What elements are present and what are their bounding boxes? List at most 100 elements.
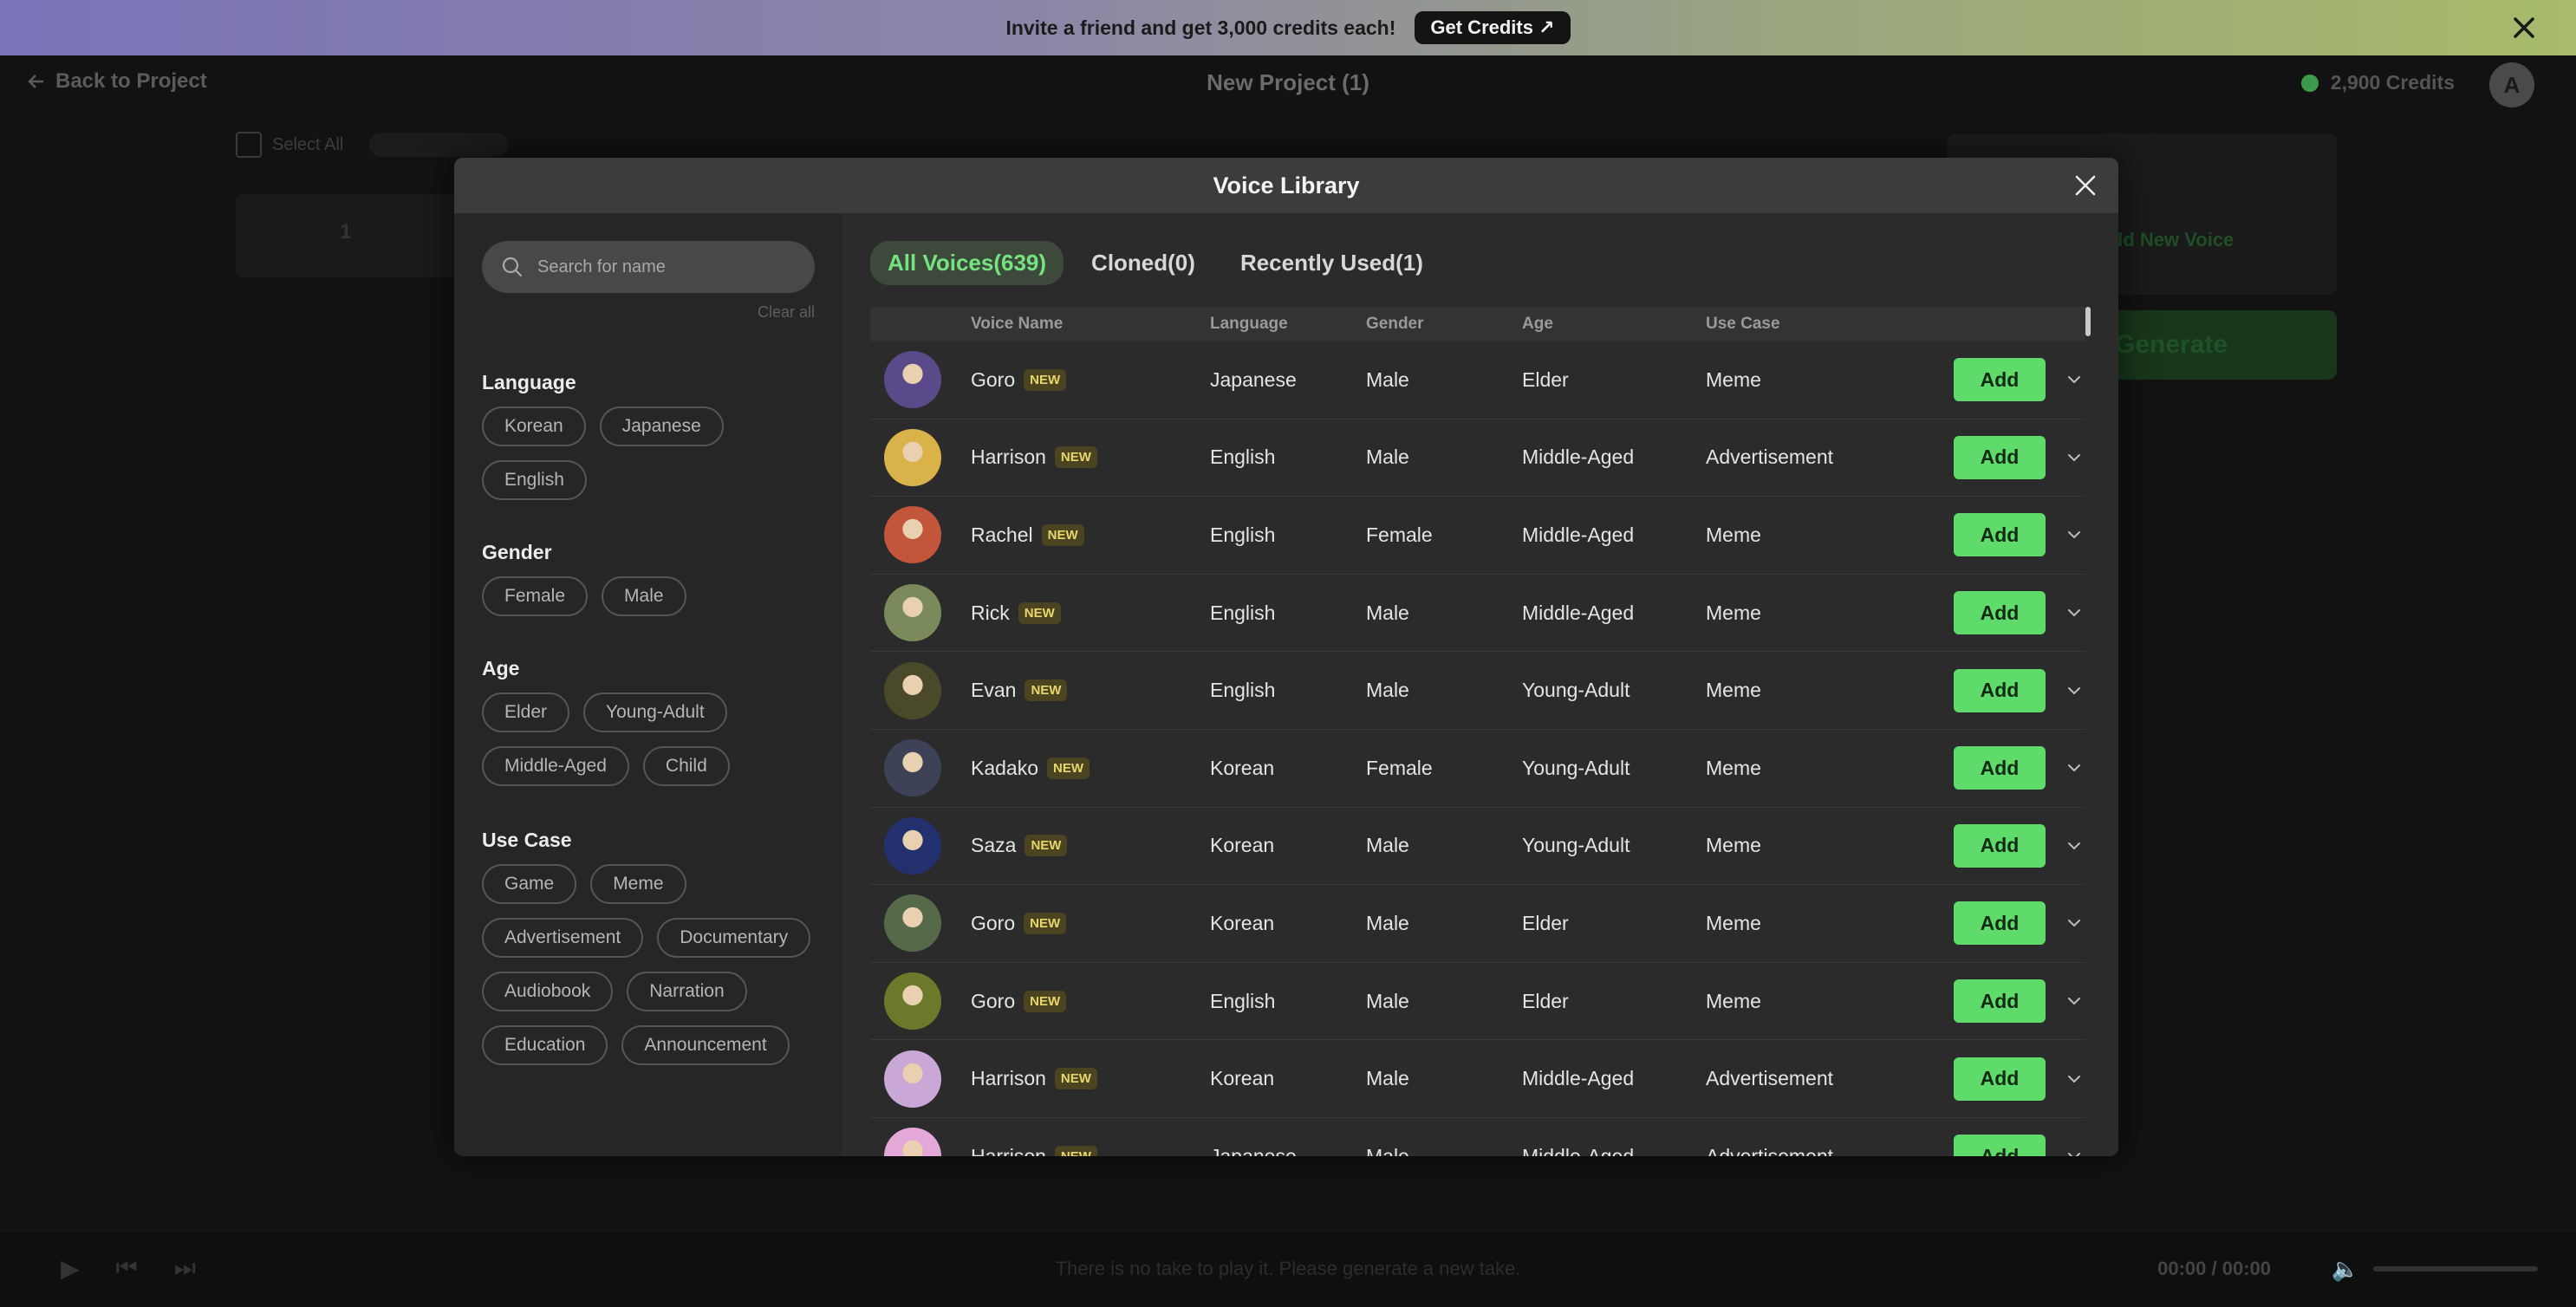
filter-chip-male[interactable]: Male xyxy=(602,576,686,616)
select-all-checkbox[interactable] xyxy=(236,132,262,158)
player-controls: ▶ ⏮ ⏭ xyxy=(61,1254,196,1283)
voice-name: Goro xyxy=(971,367,1016,391)
add-button[interactable]: Add xyxy=(1954,435,2046,479)
voice-name: Evan xyxy=(971,679,1017,702)
table-row[interactable]: Harrison NEW Japanese Male Middle-Aged Ad… xyxy=(870,1118,2085,1156)
skip-back-icon[interactable]: ⏮ xyxy=(116,1254,138,1283)
chevron-down-icon[interactable] xyxy=(2065,992,2084,1011)
voice-name-cell: Goro NEW xyxy=(971,990,1210,1013)
close-icon[interactable] xyxy=(2507,10,2541,45)
add-button[interactable]: Add xyxy=(1954,979,2046,1024)
table-row[interactable]: Evan NEW English Male Young-Adult Meme Ad… xyxy=(870,652,2085,730)
chevron-down-icon[interactable] xyxy=(2065,681,2084,700)
back-to-project-link[interactable]: Back to Project xyxy=(26,69,207,94)
add-button[interactable]: Add xyxy=(1954,668,2046,712)
gender-cell: Male xyxy=(1366,911,1409,934)
search-box[interactable] xyxy=(482,241,815,293)
close-icon[interactable] xyxy=(2070,170,2101,201)
add-button[interactable]: Add xyxy=(1954,746,2046,790)
use-case-cell: Advertisement xyxy=(1706,1067,1834,1090)
add-button[interactable]: Add xyxy=(1954,1135,2046,1156)
table-scrollbar[interactable] xyxy=(2085,307,2091,336)
add-button[interactable]: Add xyxy=(1954,513,2046,557)
age-cell: Middle-Aged xyxy=(1522,601,1635,624)
avatar xyxy=(884,351,941,409)
gender-cell: Male xyxy=(1366,989,1409,1012)
chevron-down-icon[interactable] xyxy=(2065,758,2084,777)
filter-chip-female[interactable]: Female xyxy=(482,576,589,616)
table-row[interactable]: Harrison NEW Korean Male Middle-Aged Adve… xyxy=(870,1040,2085,1118)
add-button[interactable]: Add xyxy=(1954,1057,2046,1101)
table-body: Goro NEW Japanese Male Elder Meme Add Har… xyxy=(870,341,2085,1156)
table-row[interactable]: Kadako NEW Korean Female Young-Adult Meme… xyxy=(870,730,2085,808)
voice-name-cell: Rick NEW xyxy=(971,601,1210,625)
chevron-down-icon[interactable] xyxy=(2065,370,2084,389)
filter-group-age: Age Elder Young-Adult Middle-Aged Child xyxy=(482,657,820,786)
avatar xyxy=(884,506,941,564)
filter-chip-elder[interactable]: Elder xyxy=(482,693,570,732)
avatar-cell xyxy=(870,894,971,953)
use-case-cell: Meme xyxy=(1706,523,1761,546)
filter-chip-middle-aged[interactable]: Middle-Aged xyxy=(482,746,629,786)
add-button[interactable]: Add xyxy=(1954,358,2046,402)
tab-recently-used[interactable]: Recently Used(1) xyxy=(1223,241,1441,285)
filter-group-language: Language Korean Japanese English xyxy=(482,371,820,500)
modal-header: Voice Library xyxy=(454,158,2118,213)
table-row[interactable]: Goro NEW English Male Elder Meme Add xyxy=(870,963,2085,1041)
add-button[interactable]: Add xyxy=(1954,591,2046,635)
filter-chip-korean[interactable]: Korean xyxy=(482,406,586,446)
chevron-down-icon[interactable] xyxy=(2065,1147,2084,1156)
chevron-down-icon[interactable] xyxy=(2065,448,2084,467)
table-row[interactable]: Goro NEW Korean Male Elder Meme Add xyxy=(870,885,2085,963)
filter-chip-documentary[interactable]: Documentary xyxy=(657,918,811,958)
age-cell: Middle-Aged xyxy=(1522,1144,1635,1156)
select-all-control[interactable]: Select All xyxy=(236,132,343,158)
table-row[interactable]: Rachel NEW English Female Middle-Aged Mem… xyxy=(870,497,2085,575)
chevron-down-icon[interactable] xyxy=(2065,914,2084,933)
filter-chips: Korean Japanese English xyxy=(482,406,820,500)
filter-chip-young-adult[interactable]: Young-Adult xyxy=(583,693,727,732)
background-toolbar: Select All xyxy=(236,132,509,158)
gender-cell: Female xyxy=(1366,756,1433,779)
chevron-down-icon[interactable] xyxy=(2065,836,2084,855)
add-button[interactable]: Add xyxy=(1954,901,2046,946)
table-row[interactable]: Goro NEW Japanese Male Elder Meme Add xyxy=(870,341,2085,419)
clear-all-link[interactable]: Clear all xyxy=(758,303,815,322)
user-avatar[interactable]: A xyxy=(2489,62,2534,107)
filter-chip-education[interactable]: Education xyxy=(482,1025,608,1065)
language-cell: English xyxy=(1210,679,1276,702)
add-button[interactable]: Add xyxy=(1954,823,2046,868)
tab-all-voices[interactable]: All Voices(639) xyxy=(870,241,1064,285)
credits-label: 2,900 Credits xyxy=(2330,71,2455,94)
filter-chip-child[interactable]: Child xyxy=(642,746,730,786)
volume-icon[interactable]: 🔈 xyxy=(2332,1256,2359,1283)
header-age: Age xyxy=(1522,315,1553,333)
filter-chip-narration[interactable]: Narration xyxy=(627,972,747,1011)
skip-forward-icon[interactable]: ⏭ xyxy=(174,1254,196,1283)
select-all-label: Select All xyxy=(272,134,344,154)
credit-dot-icon xyxy=(2300,74,2319,92)
chevron-down-icon[interactable] xyxy=(2065,525,2084,544)
avatar xyxy=(884,584,941,642)
tab-cloned[interactable]: Cloned(0) xyxy=(1074,241,1213,285)
play-icon[interactable]: ▶ xyxy=(61,1254,80,1283)
table-row[interactable]: Rick NEW English Male Middle-Aged Meme Ad… xyxy=(870,575,2085,653)
credits-display: 2,900 Credits xyxy=(2300,71,2455,94)
table-row[interactable]: Saza NEW Korean Male Young-Adult Meme Add xyxy=(870,808,2085,886)
filter-chip-announcement[interactable]: Announcement xyxy=(621,1025,790,1065)
new-badge: NEW xyxy=(1025,680,1068,702)
new-badge: NEW xyxy=(1024,990,1067,1012)
language-cell: English xyxy=(1210,601,1276,624)
chevron-down-icon[interactable] xyxy=(2065,1070,2084,1089)
chevron-down-icon[interactable] xyxy=(2065,603,2084,622)
filter-chip-english[interactable]: English xyxy=(482,460,587,500)
volume-slider[interactable] xyxy=(2373,1266,2538,1271)
filter-chip-game[interactable]: Game xyxy=(482,864,577,904)
filter-chip-japanese[interactable]: Japanese xyxy=(599,406,724,446)
get-credits-button[interactable]: Get Credits ↗ xyxy=(1415,11,1571,44)
filter-chip-audiobook[interactable]: Audiobook xyxy=(482,972,614,1011)
filter-chip-meme[interactable]: Meme xyxy=(590,864,686,904)
filter-chip-advertisement[interactable]: Advertisement xyxy=(482,918,644,958)
search-input[interactable] xyxy=(537,257,797,277)
table-row[interactable]: Harrison NEW English Male Middle-Aged Adv… xyxy=(870,419,2085,497)
